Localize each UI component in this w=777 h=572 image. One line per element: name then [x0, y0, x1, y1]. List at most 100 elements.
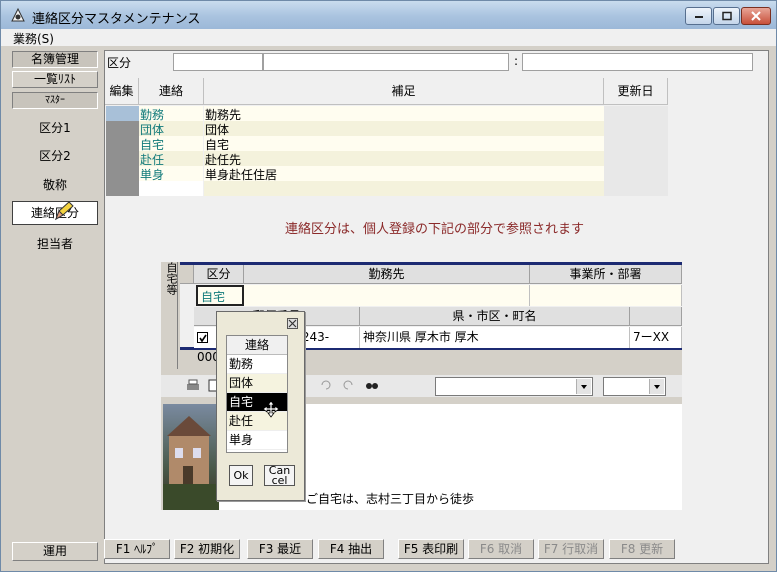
f5-print-button[interactable]: F5 表印刷	[398, 539, 464, 559]
chevron-down-icon	[576, 379, 591, 394]
f2-init-button[interactable]: F2 初期化	[174, 539, 240, 559]
ok-button[interactable]: Ok	[229, 465, 253, 486]
print-icon[interactable]	[185, 379, 201, 393]
col-header-hosoku[interactable]: 補足	[204, 78, 604, 105]
table-row-new[interactable]	[105, 181, 668, 196]
sidebar-button-list[interactable]: 一覧ﾘｽﾄ	[12, 71, 98, 88]
code-cell[interactable]: 勤務	[139, 106, 203, 122]
col-header-renraku[interactable]: 連絡	[139, 78, 204, 105]
date-cell	[604, 181, 668, 196]
app-icon	[11, 7, 25, 22]
extra-cell[interactable]: 7ーXX	[630, 327, 682, 348]
sidebar-item-kubun1[interactable]: 区分1	[12, 119, 98, 136]
kubun-extra-input[interactable]	[522, 53, 753, 71]
menu-bar: 業務(S)	[1, 29, 776, 46]
date-cell	[604, 151, 668, 166]
f8-update-button[interactable]: F8 更新	[609, 539, 675, 559]
operation-button[interactable]: 運用	[12, 542, 98, 561]
kubun-name-input[interactable]	[263, 53, 509, 71]
sidebar-item-kubun2[interactable]: 区分2	[12, 147, 98, 164]
date-cell	[604, 121, 668, 136]
size-select[interactable]	[603, 377, 666, 396]
f7-row-cancel-button[interactable]: F7 行取消	[538, 539, 604, 559]
supplement-cell[interactable]	[204, 181, 604, 196]
maximize-button[interactable]	[713, 7, 740, 25]
kubun-option-list: 連絡 勤務 団体 自宅 赴任 単身	[226, 335, 288, 453]
list-item[interactable]: 勤務	[227, 355, 287, 374]
edit-cell[interactable]	[106, 106, 139, 121]
sidebar-button-master[interactable]: ﾏｽﾀｰ	[12, 92, 98, 109]
main-window: 連絡区分マスタメンテナンス 業務(S) 名簿管理 一覧ﾘｽﾄ ﾏｽﾀｰ 区分1 …	[0, 0, 777, 572]
col-header-office[interactable]: 事業所・部署	[530, 265, 682, 284]
main-panel: 区分 : 編集 連絡 補足 更新日 勤務 勤務先 団体 団体 自宅 自宅 赴任 …	[104, 50, 769, 564]
list-item[interactable]: 単身	[227, 431, 287, 450]
sidebar: 名簿管理 一覧ﾘｽﾄ ﾏｽﾀｰ 区分1 区分2 敬称 連絡区分 担当者	[9, 48, 101, 564]
f6-cancel-button[interactable]: F6 取消	[468, 539, 534, 559]
find-icon[interactable]	[365, 379, 379, 391]
edit-cell[interactable]	[106, 151, 139, 166]
col-header-workplace[interactable]: 勤務先	[244, 265, 530, 284]
supplement-cell[interactable]: 単身赴任住居	[204, 166, 604, 182]
f4-extract-button[interactable]: F4 抽出	[318, 539, 384, 559]
list-item[interactable]: 団体	[227, 374, 287, 393]
f3-recent-button[interactable]: F3 最近	[247, 539, 313, 559]
col-header-edit[interactable]: 編集	[105, 78, 139, 105]
supplement-cell[interactable]: 赴任先	[204, 151, 604, 167]
chevron-down-icon	[649, 379, 664, 394]
kubun-field-row: 区分 :	[105, 51, 768, 73]
minimize-button[interactable]	[685, 7, 712, 25]
table-row[interactable]: 単身 単身赴任住居	[105, 166, 668, 182]
panel-side-tab[interactable]: 自宅等	[161, 262, 178, 369]
cancel-label-line2: cel	[271, 474, 288, 487]
menu-gyomu[interactable]: 業務(S)	[13, 30, 54, 47]
panel-side-label: 自宅等	[165, 262, 178, 295]
close-button[interactable]	[741, 7, 771, 25]
kubun-code-input[interactable]	[173, 53, 263, 71]
col-header-kubun[interactable]: 区分	[194, 265, 244, 284]
sidebar-button-meibo[interactable]: 名簿管理	[12, 51, 98, 68]
supplement-cell[interactable]: 自宅	[204, 136, 604, 152]
col-header-updated[interactable]: 更新日	[604, 78, 668, 105]
redo-icon[interactable]	[341, 379, 355, 391]
code-cell[interactable]: 団体	[139, 121, 203, 137]
date-cell	[604, 136, 668, 151]
table-row[interactable]: 自宅 自宅	[105, 136, 668, 152]
popup-close-button[interactable]	[287, 318, 298, 329]
cancel-button[interactable]: Can cel	[264, 465, 295, 486]
sidebar-item-tantosha[interactable]: 担当者	[12, 235, 98, 252]
check-icon	[199, 334, 207, 343]
edit-cell[interactable]	[106, 136, 139, 151]
title-bar[interactable]: 連絡区分マスタメンテナンス	[1, 1, 776, 29]
supplement-cell[interactable]: 勤務先	[204, 106, 604, 122]
f1-help-button[interactable]: F1 ﾍﾙﾌﾟ	[104, 539, 170, 559]
supplement-cell[interactable]: 団体	[204, 121, 604, 137]
memo-text: ご自宅は、志村三丁目から徒歩	[306, 492, 475, 506]
address-cell[interactable]: 神奈川県 厚木市 厚木	[360, 327, 630, 348]
table-row[interactable]: 赴任 赴任先	[105, 151, 668, 167]
edit-cell[interactable]	[106, 181, 139, 196]
field-separator: :	[514, 54, 519, 68]
code-cell[interactable]: 自宅	[139, 136, 203, 152]
kubun-label: 区分	[107, 56, 132, 70]
function-key-bar: F1 ﾍﾙﾌﾟ F2 初期化 F3 最近 F4 抽出 F5 表印刷 F6 取消 …	[104, 539, 675, 559]
col-header-extra[interactable]	[630, 307, 682, 326]
col-header-address[interactable]: 県・市区・町名	[360, 307, 630, 326]
table-row[interactable]: 勤務 勤務先	[105, 106, 668, 122]
pencil-cursor-icon	[55, 201, 74, 221]
undo-icon[interactable]	[319, 379, 333, 391]
workplace-cell[interactable]	[244, 285, 530, 306]
code-cell[interactable]: 単身	[139, 166, 203, 182]
office-cell[interactable]	[530, 285, 682, 306]
table-row[interactable]: 団体 団体	[105, 121, 668, 137]
font-select[interactable]	[435, 377, 593, 396]
kubun-value-cell[interactable]: 自宅	[196, 285, 244, 306]
date-cell	[604, 166, 668, 181]
sidebar-item-keisho[interactable]: 敬称	[12, 176, 98, 193]
checkbox[interactable]	[197, 332, 208, 343]
row-handle	[180, 265, 194, 284]
code-cell[interactable]: 赴任	[139, 151, 203, 167]
house-image-icon	[163, 416, 219, 510]
edit-cell[interactable]	[106, 166, 139, 181]
edit-cell[interactable]	[106, 121, 139, 136]
code-cell[interactable]	[139, 181, 203, 196]
